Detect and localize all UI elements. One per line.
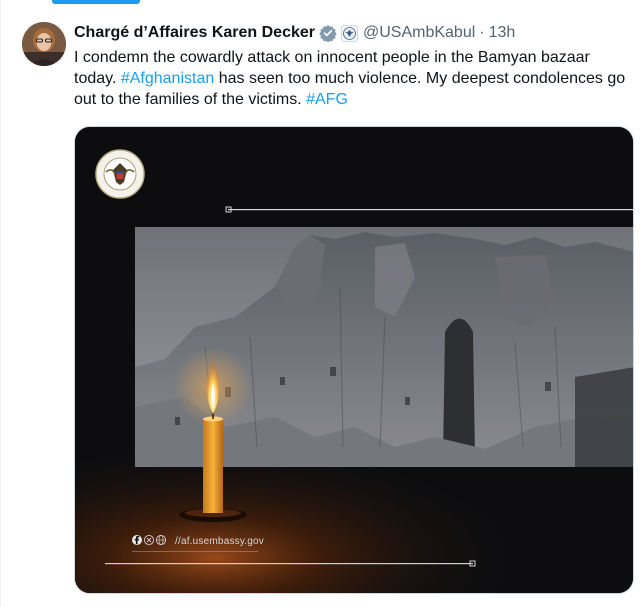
timestamp[interactable]: 13h [489, 24, 516, 42]
facebook-icon [132, 535, 142, 545]
embassy-seal-icon[interactable] [340, 24, 358, 42]
hashtag-link[interactable]: #Afghanistan [121, 70, 214, 87]
author-name[interactable]: Chargé d’Affaires Karen Decker [74, 24, 315, 42]
verified-icon [319, 24, 337, 43]
embassy-url: //af.usembassy.gov [175, 536, 265, 547]
decorative-line [228, 209, 633, 211]
decorative-line [105, 563, 473, 565]
hashtag-link[interactable]: #AFG [306, 91, 348, 108]
tweet-header: Chargé d’Affaires Karen Decker @USAmbKab… [74, 22, 515, 44]
tweet-media-image[interactable]: //af.usembassy.gov [74, 126, 634, 594]
avatar[interactable] [22, 22, 66, 66]
memorial-graphic [75, 127, 633, 593]
separator-dot: · [479, 24, 485, 41]
tweet-text: I condemn the cowardly attack on innocen… [74, 47, 634, 110]
us-embassy-seal [95, 149, 145, 199]
author-handle[interactable]: @USAmbKabul [363, 24, 475, 42]
divider [0, 0, 1, 607]
active-tab-indicator [52, 0, 140, 4]
url-underline [132, 551, 258, 552]
